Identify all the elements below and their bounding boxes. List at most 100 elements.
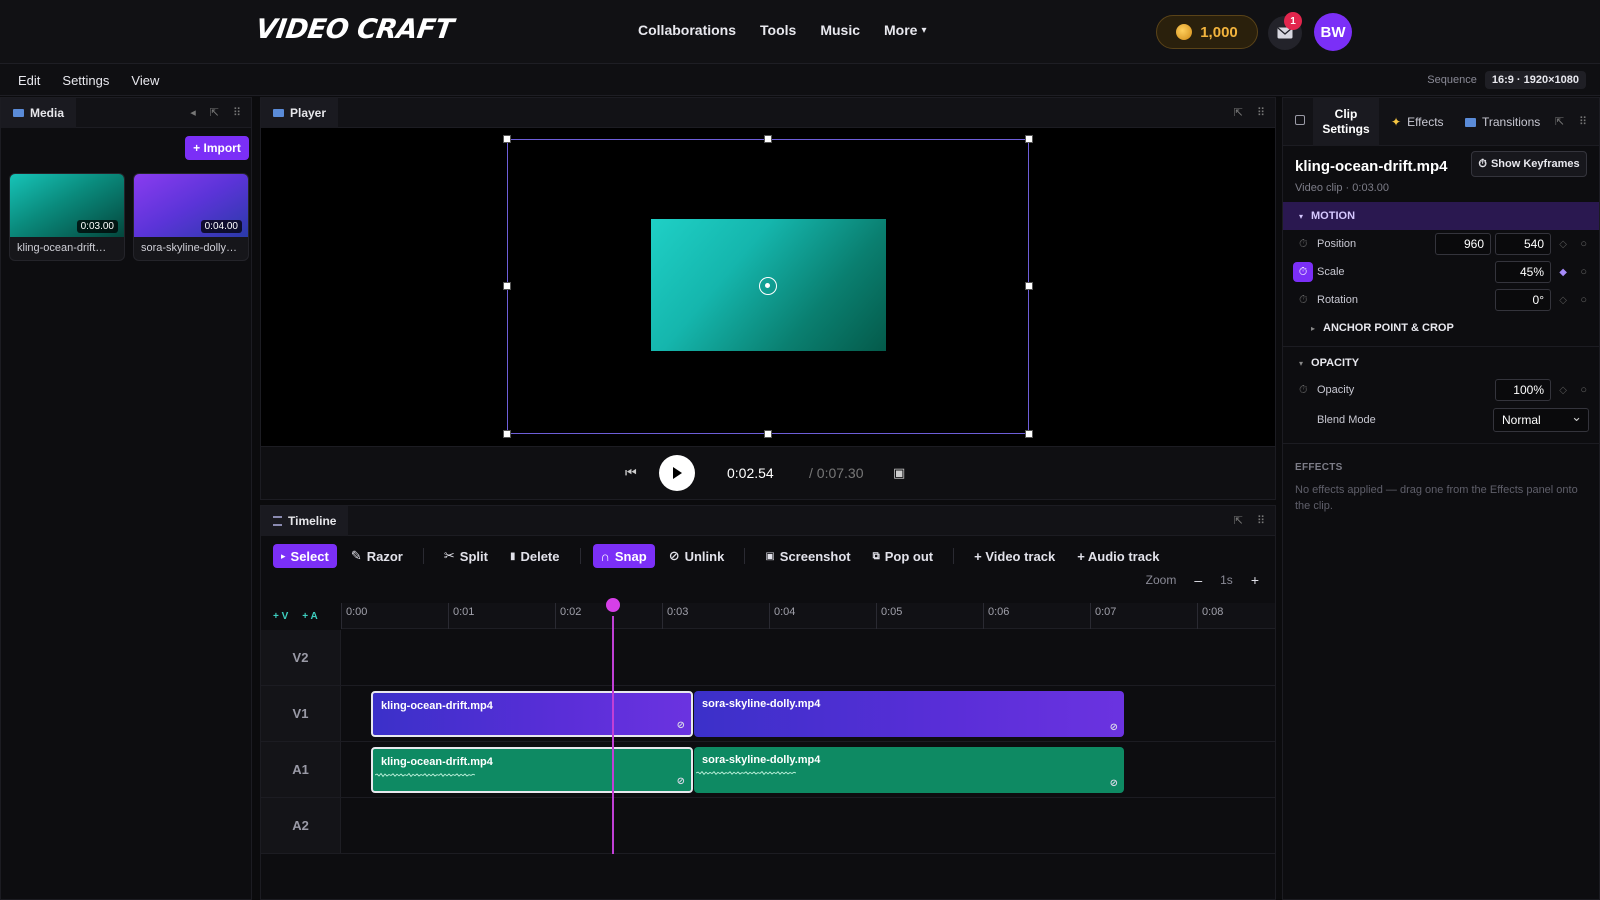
pop-out-button[interactable]: ⧉ Pop out bbox=[865, 544, 942, 568]
menu-settings[interactable]: Settings bbox=[62, 73, 109, 88]
track-a1[interactable]: A1 kling-ocean-drift.mp4 ⊘ sora-skyline-… bbox=[261, 742, 1275, 798]
show-keyframes-button[interactable]: ⏱ Show Keyframes bbox=[1471, 151, 1587, 177]
position-y-input[interactable] bbox=[1495, 233, 1551, 255]
anchor-point-icon[interactable] bbox=[759, 277, 777, 295]
popout-icon[interactable]: ⇱ bbox=[1234, 106, 1243, 119]
popout-icon[interactable]: ⇱ bbox=[1555, 115, 1564, 128]
razor-tool-button[interactable]: ✎ Razor bbox=[343, 544, 411, 568]
stopwatch-icon[interactable]: ⏱ bbox=[1299, 384, 1308, 397]
tab-timeline[interactable]: Timeline bbox=[261, 506, 349, 536]
camera-icon: ▣ bbox=[765, 550, 775, 562]
tab-clip-settings[interactable]: Clip Settings bbox=[1313, 98, 1379, 146]
popout-icon[interactable]: ⇱ bbox=[1234, 514, 1243, 527]
menu-edit[interactable]: Edit bbox=[18, 73, 40, 88]
resize-handle[interactable] bbox=[764, 135, 772, 143]
resize-handle[interactable] bbox=[1025, 430, 1033, 438]
resize-handle[interactable] bbox=[503, 135, 511, 143]
nav-tools[interactable]: Tools bbox=[760, 22, 796, 38]
snap-toggle[interactable]: ∩ Snap bbox=[592, 544, 655, 568]
anchor-crop-toggle[interactable]: ▸ ANCHOR POINT & CROP bbox=[1283, 314, 1599, 342]
timeline-icon bbox=[273, 516, 282, 526]
keyframe-diamond-icon[interactable]: ◇ bbox=[1559, 239, 1567, 250]
tab-player[interactable]: Player bbox=[261, 98, 339, 128]
toolbar-divider bbox=[422, 548, 424, 564]
track-v2[interactable]: V2 bbox=[261, 630, 1275, 686]
motion-section-toggle[interactable]: ▾ MOTION bbox=[1283, 202, 1599, 230]
resize-handle[interactable] bbox=[764, 430, 772, 438]
import-button[interactable]: + Import bbox=[185, 136, 249, 160]
link-icon: ⊘ bbox=[676, 720, 685, 731]
time-ruler[interactable]: 0:00 0:01 0:02 0:03 0:04 0:05 0:06 0:07 … bbox=[341, 603, 1275, 629]
nav-music[interactable]: Music bbox=[820, 22, 860, 38]
reset-icon[interactable]: ○ bbox=[1580, 294, 1587, 306]
ruler-tick: 0:04 bbox=[769, 603, 795, 629]
keyframe-diamond-icon[interactable]: ◇ bbox=[1559, 295, 1567, 306]
resize-handle[interactable] bbox=[503, 430, 511, 438]
zoom-in-button[interactable]: + bbox=[1251, 572, 1259, 588]
stopwatch-icon[interactable]: ⏱ bbox=[1299, 294, 1308, 307]
coin-icon bbox=[1176, 24, 1193, 40]
collapse-icon[interactable]: ◂ bbox=[190, 106, 196, 119]
resize-handle[interactable] bbox=[1025, 135, 1033, 143]
track-v1[interactable]: V1 kling-ocean-drift.mp4 ⊘ sora-skyline-… bbox=[261, 686, 1275, 742]
add-video-track-shortcut[interactable]: + V bbox=[273, 611, 288, 622]
select-tool-button[interactable]: ▸ Select bbox=[273, 544, 337, 568]
timeline-clip[interactable]: sora-skyline-dolly.mp4 ⊘ bbox=[694, 747, 1124, 793]
delete-button[interactable]: ▮ Delete bbox=[502, 544, 568, 568]
position-x-input[interactable] bbox=[1435, 233, 1491, 255]
playhead-handle[interactable] bbox=[606, 598, 620, 612]
total-time: / 0:07.30 bbox=[809, 465, 864, 481]
menu-view[interactable]: View bbox=[131, 73, 159, 88]
add-video-track-button[interactable]: + Video track bbox=[966, 544, 1063, 568]
media-item[interactable]: 0:04.00 sora-skyline-dolly… bbox=[133, 173, 249, 261]
popout-icon[interactable]: ⇱ bbox=[210, 106, 219, 119]
tab-effects[interactable]: ✦ Effects bbox=[1391, 98, 1444, 146]
rotation-input[interactable] bbox=[1495, 289, 1551, 311]
skip-back-icon[interactable]: ⏮ bbox=[625, 465, 637, 481]
sequence-format[interactable]: 16:9 · 1920×1080 bbox=[1484, 71, 1586, 89]
app-logo[interactable]: VIDEO CRAFT bbox=[254, 14, 455, 45]
tab-media[interactable]: Media bbox=[1, 98, 77, 128]
stopwatch-icon[interactable]: ⏱ bbox=[1299, 238, 1308, 251]
nav-more[interactable]: More ▾ bbox=[884, 22, 926, 38]
scale-input[interactable] bbox=[1495, 261, 1551, 283]
drag-handle-icon[interactable]: ⠿ bbox=[1257, 514, 1265, 527]
playhead[interactable] bbox=[612, 616, 614, 854]
reset-icon[interactable]: ○ bbox=[1580, 238, 1587, 250]
resize-handle[interactable] bbox=[503, 282, 511, 290]
timeline-clip[interactable]: kling-ocean-drift.mp4 ⊘ bbox=[371, 691, 693, 737]
add-audio-track-button[interactable]: + Audio track bbox=[1069, 544, 1167, 568]
keyframe-diamond-icon[interactable]: ◇ bbox=[1559, 385, 1567, 396]
coin-balance[interactable]: 1,000 bbox=[1156, 15, 1258, 49]
zoom-out-button[interactable]: – bbox=[1194, 572, 1202, 588]
reset-icon[interactable]: ○ bbox=[1580, 266, 1587, 278]
position-row: ⏱ Position ◇ ○ bbox=[1283, 231, 1599, 257]
timeline-clip[interactable]: kling-ocean-drift.mp4 ⊘ bbox=[371, 747, 693, 793]
resize-handle[interactable] bbox=[1025, 282, 1033, 290]
media-item[interactable]: 0:03.00 kling-ocean-drift… bbox=[9, 173, 125, 261]
keyframe-diamond-icon[interactable]: ◆ bbox=[1559, 267, 1567, 278]
sequence-info: Sequence 16:9 · 1920×1080 bbox=[1427, 71, 1586, 89]
camera-icon[interactable]: ▣ bbox=[893, 465, 905, 481]
drag-handle-icon[interactable]: ⠿ bbox=[233, 106, 241, 119]
add-audio-track-shortcut[interactable]: + A bbox=[302, 611, 317, 622]
avatar[interactable]: BW bbox=[1314, 13, 1352, 51]
screenshot-button[interactable]: ▣ Screenshot bbox=[757, 544, 858, 568]
unlink-button[interactable]: ⊘ Unlink bbox=[661, 544, 733, 568]
preview-canvas[interactable] bbox=[261, 128, 1275, 446]
play-button[interactable] bbox=[659, 455, 695, 491]
nav-collaborations[interactable]: Collaborations bbox=[638, 22, 736, 38]
ruler-tick: 0:01 bbox=[448, 603, 474, 629]
tab-transitions[interactable]: Transitions bbox=[1465, 98, 1540, 146]
drag-handle-icon[interactable]: ⠿ bbox=[1257, 106, 1265, 119]
blend-mode-select[interactable]: Normal bbox=[1493, 408, 1589, 432]
timeline-clip[interactable]: sora-skyline-dolly.mp4 ⊘ bbox=[694, 691, 1124, 737]
toolbar-divider bbox=[579, 548, 581, 564]
track-a2[interactable]: A2 bbox=[261, 798, 1275, 854]
drag-handle-icon[interactable]: ⠿ bbox=[1579, 115, 1587, 128]
reset-icon[interactable]: ○ bbox=[1580, 384, 1587, 396]
stopwatch-icon[interactable]: ⏱ bbox=[1293, 262, 1313, 282]
opacity-section-toggle[interactable]: ▾ OPACITY bbox=[1283, 349, 1599, 377]
split-button[interactable]: ✂ Split bbox=[436, 544, 496, 568]
opacity-input[interactable] bbox=[1495, 379, 1551, 401]
